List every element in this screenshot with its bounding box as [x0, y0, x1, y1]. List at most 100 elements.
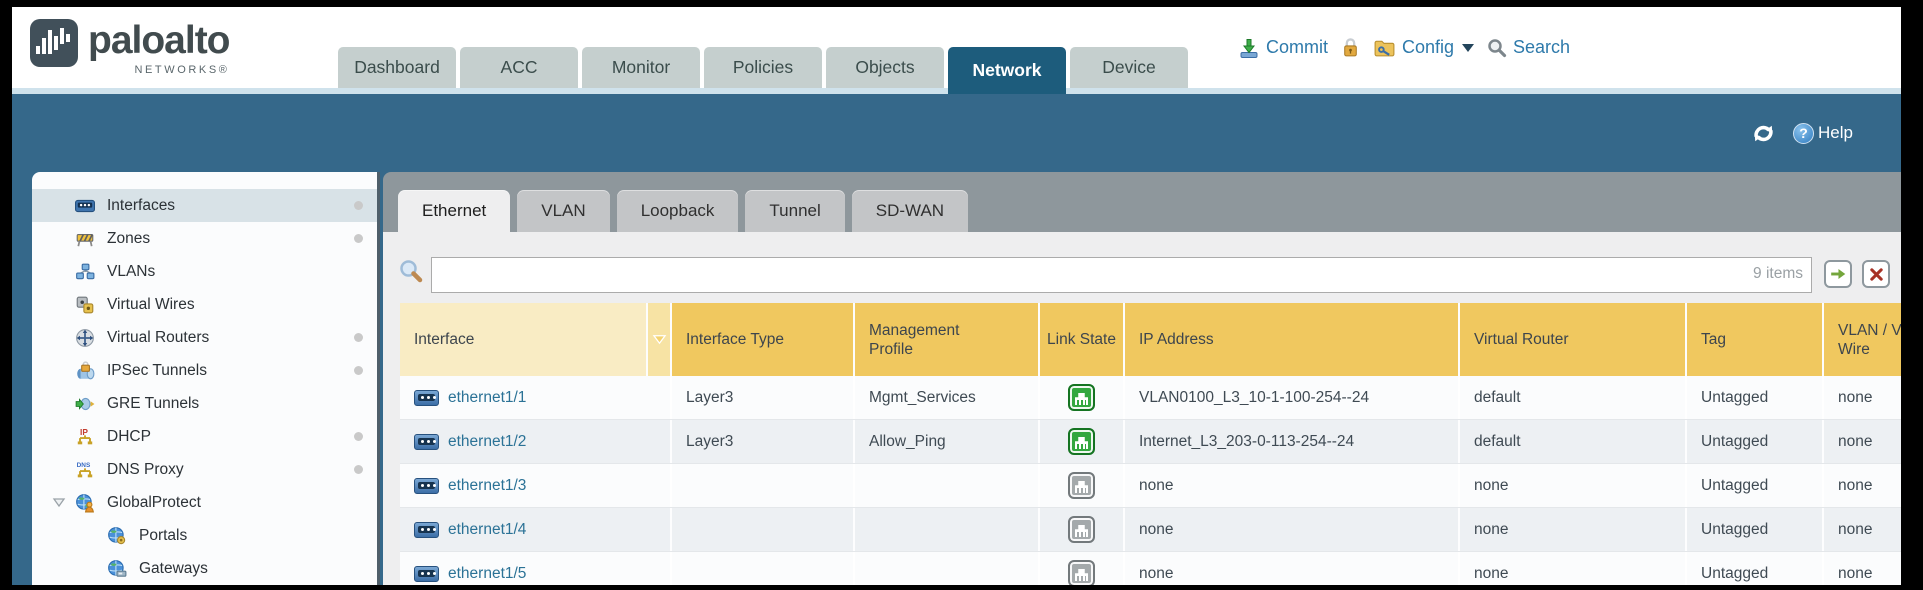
clear-filter-button[interactable]: [1862, 260, 1890, 288]
interface-type-tabs: Ethernet VLAN Loopback Tunnel SD-WAN: [398, 190, 968, 232]
sort-triangle-icon: [652, 333, 667, 346]
interface-link[interactable]: ethernet1/3: [448, 477, 526, 495]
sidebar-item-gre-tunnels[interactable]: GRE Tunnels: [32, 387, 377, 420]
cell-ip-address: VLAN0100_L3_10-1-100-254--24: [1125, 376, 1460, 419]
sidebar-item-globalprotect[interactable]: GlobalProtect: [32, 486, 377, 519]
cell-tag: Untagged: [1687, 420, 1824, 463]
status-dot: [354, 465, 363, 474]
tab-tunnel[interactable]: Tunnel: [745, 190, 844, 232]
sidebar-item-label: VLANs: [107, 263, 155, 281]
cell-interface-type: [672, 508, 855, 551]
interfaces-table: Interface Interface Type Management Prof…: [400, 303, 1901, 585]
brand-name: paloalto: [88, 19, 230, 63]
tab-loopback[interactable]: Loopback: [617, 190, 739, 232]
status-dot: [354, 432, 363, 441]
lock-icon[interactable]: [1341, 37, 1360, 58]
sidebar-item-dns-proxy[interactable]: DNS DNS Proxy: [32, 453, 377, 486]
link-down-icon: [1068, 516, 1095, 543]
chevron-down-icon[interactable]: [1462, 44, 1474, 52]
sidebar-item-zones[interactable]: Zones: [32, 222, 377, 255]
cell-vlan-wire: none: [1824, 464, 1901, 507]
cell-virtual-router: default: [1460, 376, 1687, 419]
vlans-icon: [75, 262, 95, 282]
tab-vlan[interactable]: VLAN: [517, 190, 609, 232]
cell-interface: ethernet1/5: [400, 552, 672, 585]
tab-objects[interactable]: Objects: [826, 47, 944, 88]
search-label: Search: [1513, 37, 1570, 58]
sidebar-item-virtual-wires[interactable]: Virtual Wires: [32, 288, 377, 321]
sidebar-item-label: Zones: [107, 230, 150, 248]
tab-ethernet[interactable]: Ethernet: [398, 190, 510, 232]
interface-icon: [414, 478, 439, 494]
sidebar: Interfaces Zones VLANs: [32, 172, 380, 585]
tab-sdwan[interactable]: SD-WAN: [852, 190, 968, 232]
column-header-link-state[interactable]: Link State: [1040, 303, 1125, 376]
cell-virtual-router: default: [1460, 420, 1687, 463]
cell-management-profile: Mgmt_Services: [855, 376, 1040, 419]
column-header-management-profile[interactable]: Management Profile: [855, 303, 1040, 376]
help-icon: ?: [1793, 123, 1814, 144]
cell-tag: Untagged: [1687, 508, 1824, 551]
sidebar-item-gateways[interactable]: Gateways: [32, 552, 377, 585]
cell-vlan-wire: none: [1824, 552, 1901, 585]
column-header-ip-address[interactable]: IP Address: [1125, 303, 1460, 376]
paloalto-logo-icon: [30, 19, 78, 67]
cell-interface: ethernet1/2: [400, 420, 672, 463]
interface-sort-dropdown[interactable]: [648, 303, 672, 376]
tab-policies[interactable]: Policies: [704, 47, 822, 88]
cell-ip-address: none: [1125, 508, 1460, 551]
link-up-icon: [1068, 384, 1095, 411]
column-header-vlan-wire[interactable]: VLAN / Virtual Wire: [1824, 303, 1901, 376]
refresh-icon[interactable]: [1750, 122, 1777, 145]
apply-filter-button[interactable]: [1824, 260, 1852, 288]
column-header-interface[interactable]: Interface: [400, 303, 648, 376]
sidebar-item-vlans[interactable]: VLANs: [32, 255, 377, 288]
column-header-interface-type[interactable]: Interface Type: [672, 303, 855, 376]
filter-input[interactable]: [431, 257, 1812, 293]
sidebar-item-label: DHCP: [107, 428, 151, 446]
table-row: ethernet1/4 none none Untagged none: [400, 508, 1901, 552]
interface-link[interactable]: ethernet1/1: [448, 389, 526, 407]
globalprotect-icon: [75, 493, 95, 513]
sidebar-item-label: Gateways: [139, 560, 208, 578]
column-header-virtual-router[interactable]: Virtual Router: [1460, 303, 1687, 376]
sidebar-item-ipsec-tunnels[interactable]: IPSec Tunnels: [32, 354, 377, 387]
sidebar-item-virtual-routers[interactable]: Virtual Routers: [32, 321, 377, 354]
config-menu[interactable]: Config: [1373, 37, 1474, 58]
commit-button[interactable]: Commit: [1238, 37, 1328, 59]
expand-triangle-icon[interactable]: [52, 496, 66, 509]
sidebar-item-label: IPSec Tunnels: [107, 362, 207, 380]
tab-device[interactable]: Device: [1070, 47, 1188, 88]
cell-link-state: [1040, 508, 1125, 551]
column-header-tag[interactable]: Tag: [1687, 303, 1824, 376]
commit-icon: [1238, 37, 1260, 59]
interfaces-icon: [75, 196, 95, 216]
svg-text:IP: IP: [80, 427, 88, 437]
cell-management-profile: [855, 464, 1040, 507]
interface-link[interactable]: ethernet1/5: [448, 565, 526, 583]
search-button[interactable]: Search: [1487, 37, 1570, 58]
cell-vlan-wire: none: [1824, 376, 1901, 419]
sidebar-item-label: GlobalProtect: [107, 494, 201, 512]
table-row: ethernet1/2 Layer3 Allow_Ping Internet_L…: [400, 420, 1901, 464]
sidebar-item-dhcp[interactable]: IP DHCP: [32, 420, 377, 453]
tab-dashboard[interactable]: Dashboard: [338, 47, 456, 88]
zones-icon: [75, 229, 95, 249]
cell-vlan-wire: none: [1824, 420, 1901, 463]
sidebar-item-portals[interactable]: Portals: [32, 519, 377, 552]
status-dot: [354, 333, 363, 342]
top-header: paloalto NETWORKS® Dashboard ACC Monitor…: [12, 7, 1901, 88]
tab-acc[interactable]: ACC: [460, 47, 578, 88]
interface-link[interactable]: ethernet1/2: [448, 433, 526, 451]
interface-link[interactable]: ethernet1/4: [448, 521, 526, 539]
help-button[interactable]: ? Help: [1793, 123, 1853, 144]
interface-icon: [414, 566, 439, 582]
cell-interface: ethernet1/1: [400, 376, 672, 419]
link-down-icon: [1068, 472, 1095, 499]
cell-virtual-router: none: [1460, 552, 1687, 585]
sidebar-item-interfaces[interactable]: Interfaces: [32, 189, 377, 222]
tab-monitor[interactable]: Monitor: [582, 47, 700, 88]
cell-ip-address: Internet_L3_203-0-113-254--24: [1125, 420, 1460, 463]
cell-interface-type: Layer3: [672, 420, 855, 463]
tab-network[interactable]: Network: [948, 47, 1066, 94]
